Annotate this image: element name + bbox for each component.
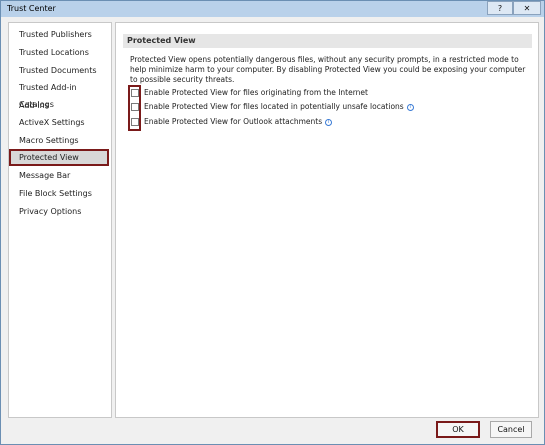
sidebar-nav: Trusted Publishers Trusted Locations Tru… bbox=[8, 22, 112, 418]
cancel-button[interactable]: Cancel bbox=[490, 421, 532, 438]
section-title: Protected View bbox=[123, 34, 532, 48]
section-description: Protected View opens potentially dangero… bbox=[130, 55, 526, 84]
sidebar-item-trusted-locations[interactable]: Trusted Locations bbox=[11, 44, 109, 61]
info-icon[interactable]: i bbox=[325, 119, 333, 126]
dialog-title: Trust Center bbox=[7, 4, 56, 13]
internet-files-label: Enable Protected View for files originat… bbox=[144, 88, 368, 97]
sidebar-item-activex-settings[interactable]: ActiveX Settings bbox=[11, 114, 109, 131]
unsafe-locations-label: Enable Protected View for files located … bbox=[144, 102, 404, 111]
sidebar-item-privacy-options[interactable]: Privacy Options bbox=[11, 203, 109, 220]
help-button[interactable]: ? bbox=[487, 1, 513, 15]
sidebar-item-trusted-publishers[interactable]: Trusted Publishers bbox=[11, 26, 109, 43]
sidebar-item-macro-settings[interactable]: Macro Settings bbox=[11, 132, 109, 149]
trust-center-dialog: Trust Center ? ✕ Trusted Publishers Trus… bbox=[0, 0, 545, 445]
outlook-attachments-checkbox[interactable] bbox=[131, 118, 139, 126]
sidebar-item-add-ins[interactable]: Add-ins bbox=[11, 97, 109, 114]
info-icon[interactable]: i bbox=[406, 104, 414, 111]
sidebar-item-message-bar[interactable]: Message Bar bbox=[11, 167, 109, 184]
main-panel: Protected View Protected View opens pote… bbox=[115, 22, 539, 418]
sidebar-item-protected-view[interactable]: Protected View bbox=[9, 149, 109, 166]
title-bar: Trust Center ? ✕ bbox=[1, 1, 544, 17]
internet-files-checkbox[interactable] bbox=[131, 89, 139, 97]
outlook-attachments-label: Enable Protected View for Outlook attach… bbox=[144, 117, 323, 126]
sidebar-item-trusted-documents[interactable]: Trusted Documents bbox=[11, 62, 109, 79]
sidebar-item-file-block-settings[interactable]: File Block Settings bbox=[11, 185, 109, 202]
sidebar-item-trusted-addin-catalogs[interactable]: Trusted Add-in Catalogs bbox=[11, 79, 109, 109]
ok-button[interactable]: OK bbox=[436, 421, 480, 438]
unsafe-locations-checkbox[interactable] bbox=[131, 103, 139, 111]
close-button[interactable]: ✕ bbox=[513, 1, 541, 15]
